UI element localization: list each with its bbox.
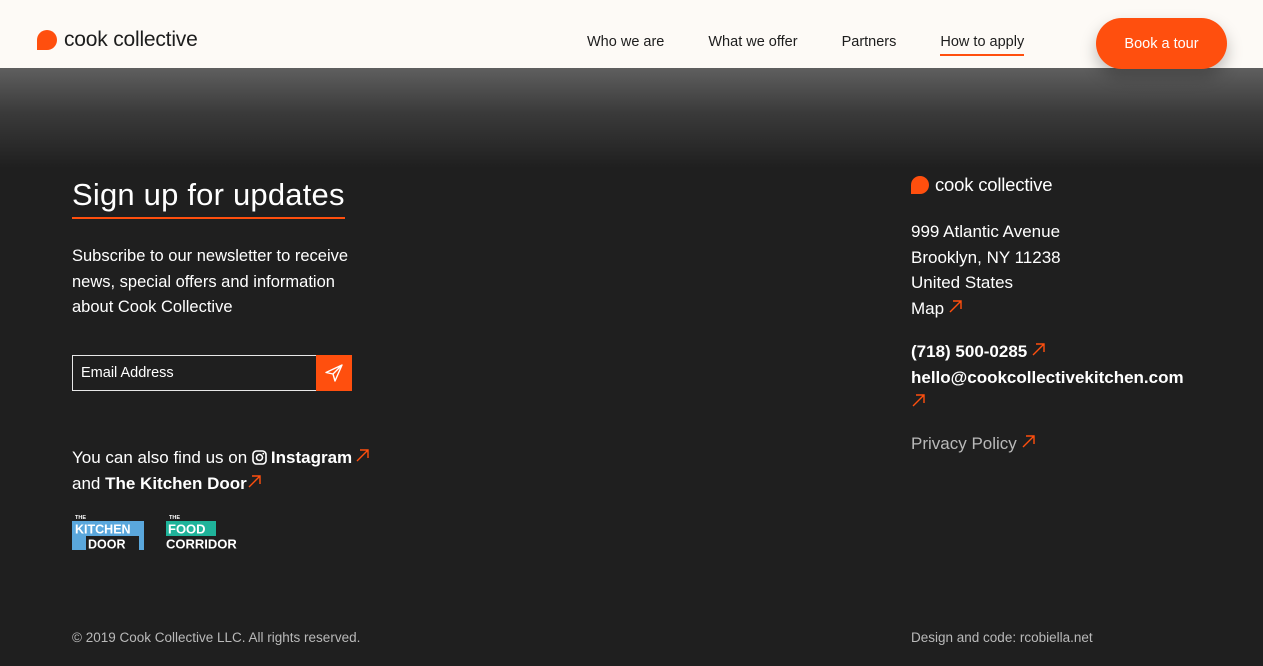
footer-logo-text: cook collective: [935, 174, 1053, 195]
social-and: and: [72, 474, 101, 493]
kd-logo-line1: KITCHEN: [75, 523, 131, 537]
logo-mark-icon: [37, 29, 57, 50]
phone-label: (718) 500-0285: [911, 342, 1028, 361]
external-arrow-icon: [248, 475, 261, 488]
kd-logo-the: THE: [75, 515, 86, 521]
main-nav: Who we are What we offer Partners How to…: [587, 34, 1025, 56]
kitchen-door-link[interactable]: The Kitchen Door: [105, 474, 261, 493]
nav-how-to-apply[interactable]: How to apply: [940, 34, 1025, 56]
privacy-policy-link[interactable]: Privacy Policy: [911, 434, 1035, 454]
fc-logo-the: THE: [169, 515, 180, 521]
kd-logo-line2: DOOR: [88, 538, 126, 551]
logo-link[interactable]: cook collective: [37, 29, 198, 50]
address-line: Brooklyn, NY 11238: [911, 247, 1061, 267]
fc-logo-line2: CORRIDOR: [166, 537, 237, 551]
external-arrow-icon: [1022, 435, 1035, 448]
newsletter-form: [72, 355, 352, 391]
nav-what-we-offer[interactable]: What we offer: [708, 34, 797, 56]
contact-block: (718) 500-0285 hello@cookcollectivekitch…: [911, 339, 1184, 416]
book-tour-button[interactable]: Book a tour: [1096, 18, 1227, 69]
kitchen-door-label: The Kitchen Door: [105, 474, 247, 493]
address-block: 999 Atlantic Avenue Brooklyn, NY 11238 U…: [911, 219, 1061, 321]
instagram-link[interactable]: Instagram: [252, 448, 369, 467]
social-links: You can also find us on Instagram and Th…: [72, 445, 369, 497]
nav-who-we-are[interactable]: Who we are: [587, 34, 664, 56]
external-arrow-icon: [949, 299, 962, 312]
site-header: cook collective Who we are What we offer…: [0, 0, 1263, 69]
submit-button[interactable]: [316, 355, 352, 391]
design-credit: Design and code: rcobiella.net: [911, 630, 1093, 645]
instagram-icon: [252, 450, 267, 465]
signup-description: Subscribe to our newsletter to receive n…: [72, 247, 349, 316]
map-label: Map: [911, 298, 945, 318]
food-corridor-logo[interactable]: THE FOOD CORRIDOR: [166, 513, 258, 550]
nav-partners[interactable]: Partners: [842, 34, 897, 56]
footer-logo-mark-icon: [911, 176, 929, 195]
privacy-label: Privacy Policy: [911, 434, 1017, 453]
map-link[interactable]: Map: [911, 299, 962, 318]
signup-title: Sign up for updates: [72, 177, 345, 220]
send-icon: [325, 364, 343, 382]
external-arrow-icon: [912, 394, 925, 407]
social-prefix: You can also find us on: [72, 448, 248, 467]
address-line: United States: [911, 273, 1014, 292]
external-arrow-icon: [1032, 343, 1045, 356]
email-label: hello@cookcollectivekitchen.com: [911, 367, 1184, 387]
email-input[interactable]: [72, 355, 316, 391]
copyright: © 2019 Cook Collective LLC. All rights r…: [72, 630, 361, 645]
external-arrow-icon: [356, 449, 369, 462]
header-shadow: [0, 68, 1263, 168]
kitchen-door-logo[interactable]: THE KITCHEN DOOR: [72, 513, 144, 550]
phone-link[interactable]: (718) 500-0285: [911, 342, 1045, 361]
instagram-label: Instagram: [270, 448, 353, 467]
partner-logos: THE KITCHEN DOOR THE FOOD CORRIDOR: [72, 513, 258, 550]
email-link[interactable]: hello@cookcollectivekitchen.com: [911, 368, 1184, 413]
fc-logo-line1: FOOD: [168, 522, 206, 537]
address-line: 999 Atlantic Avenue: [911, 222, 1061, 241]
logo-text: cook collective: [64, 28, 198, 51]
footer-logo[interactable]: cook collective: [911, 174, 1053, 195]
